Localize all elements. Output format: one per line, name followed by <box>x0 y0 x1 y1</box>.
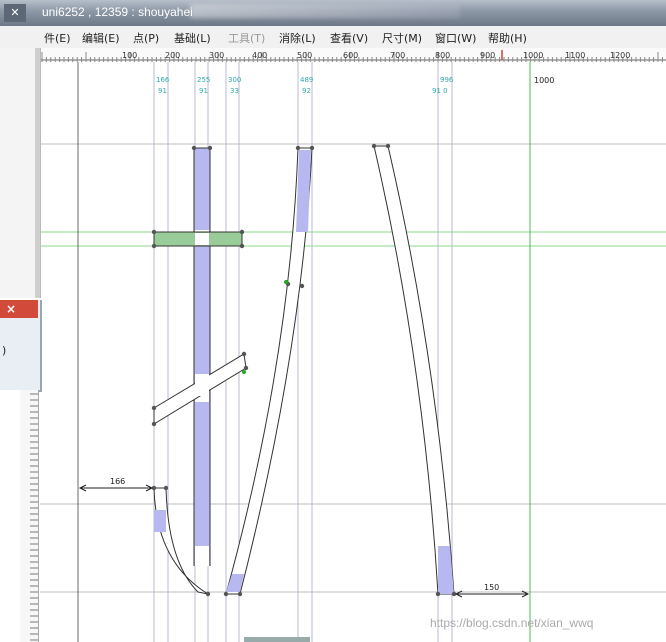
dimension-left-value: 166 <box>110 477 125 486</box>
guide-sub-996: 91 0 <box>432 87 448 95</box>
right-stroke[interactable] <box>373 145 455 595</box>
ruler-tick-1200: 1200 <box>610 51 630 60</box>
ruler-tick-600: 600 <box>343 51 358 60</box>
vertical-ruler[interactable] <box>20 390 39 642</box>
guide-sub-166: 91 <box>158 87 167 95</box>
menu-file[interactable]: 件(E) <box>44 30 71 46</box>
ruler-tick-500: 500 <box>297 51 312 60</box>
bottom-scroll-thumb[interactable] <box>244 637 310 642</box>
dimension-right-value: 150 <box>484 583 499 592</box>
window-title: uni6252 , 12359 : shouyahei <box>42 5 193 19</box>
menu-help[interactable]: 帮助(H) <box>488 30 527 46</box>
menu-remove[interactable]: 消除(L) <box>279 30 316 46</box>
ruler-tick-400: 400 <box>252 51 267 60</box>
ruler-tick-1100: 1100 <box>565 51 585 60</box>
menu-bar: 件(E) 编辑(E) 点(P) 基础(L) 工具(T) 消除(L) 查看(V) … <box>0 26 666 49</box>
ruler-tick-800: 800 <box>435 51 450 60</box>
title-bar-blur <box>190 4 460 18</box>
hook-highlight <box>154 510 166 532</box>
vertical-stroke-gap-3 <box>195 546 209 566</box>
dialog-text: ) <box>2 344 7 357</box>
menu-tools[interactable]: 工具(T) <box>228 30 265 46</box>
guide-label-996: 996 <box>440 76 454 84</box>
menu-point[interactable]: 点(P) <box>133 30 159 46</box>
selected-point[interactable] <box>242 370 246 374</box>
font-editor-window: ✕ uni6252 , 12359 : shouyahei 件(E) 编辑(E)… <box>0 0 666 642</box>
guide-sub-489: 92 <box>302 87 311 95</box>
ruler-tick-700: 700 <box>390 51 405 60</box>
left-panel-edge <box>35 48 40 298</box>
vertical-stroke-fill <box>194 148 210 566</box>
left-blank-strip <box>0 390 20 642</box>
guide-label-300: 300 <box>228 76 241 84</box>
diagonal-stroke-overlap <box>195 374 209 396</box>
ruler-tick-1000: 1000 <box>523 51 543 60</box>
ruler-tick-300: 300 <box>209 51 224 60</box>
guide-label-255: 255 <box>197 76 210 84</box>
dialog-close-button[interactable]: × <box>6 302 16 316</box>
ruler-tick-100: 100 <box>122 51 137 60</box>
menu-edit[interactable]: 编辑(E) <box>82 30 120 46</box>
glyph-canvas[interactable]: 166 91 255 91 300 33 489 92 996 91 0 100… <box>40 62 666 642</box>
menu-view[interactable]: 查看(V) <box>330 30 368 46</box>
ruler-tick-900: 900 <box>480 51 495 60</box>
guide-label-489: 489 <box>300 76 313 84</box>
menu-window[interactable]: 窗口(W) <box>435 30 476 46</box>
watermark: https://blog.csdn.net/xian_wwq <box>430 616 594 630</box>
selected-point-2[interactable] <box>284 280 288 284</box>
guide-sub-255: 91 <box>199 87 208 95</box>
title-bar: ✕ uni6252 , 12359 : shouyahei <box>0 0 666 26</box>
dialog-title-bar: × <box>0 300 38 318</box>
menu-dimension[interactable]: 尺寸(M) <box>382 30 422 46</box>
grid-lines <box>40 62 666 642</box>
crossbar-intersection <box>195 233 209 245</box>
floating-dialog: × ) <box>0 300 42 392</box>
top-right-value: 1000 <box>534 76 554 85</box>
window-icon[interactable]: ✕ <box>4 4 26 22</box>
guide-label-166: 166 <box>156 76 170 84</box>
guide-sub-300: 33 <box>230 87 239 95</box>
menu-basic[interactable]: 基础(L) <box>174 30 211 46</box>
ruler-tick-200: 200 <box>165 51 180 60</box>
